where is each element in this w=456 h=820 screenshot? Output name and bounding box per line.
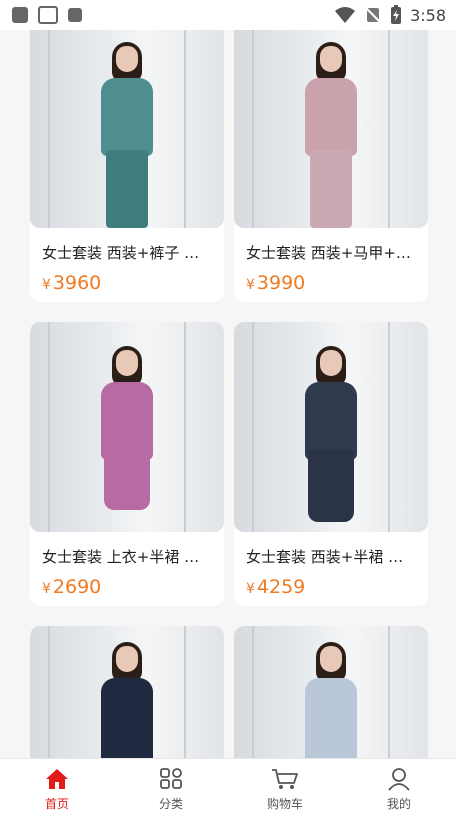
product-price: ¥ 2690 [42,576,101,598]
price-value: 3960 [52,272,102,294]
product-price: ¥ 4259 [246,576,305,598]
jacket [101,78,153,156]
product-price: ¥ 3990 [246,272,305,294]
face [116,646,138,672]
wifi-icon [335,7,356,23]
product-title[interactable]: 女士套装 上衣+半裙 … [42,546,218,567]
tab-label: 我的 [386,797,411,811]
product-card[interactable] [234,626,428,758]
home-icon [46,769,68,789]
product-card[interactable]: 女士套装 西装+半裙 … ¥ 4259 [234,322,428,606]
dress [305,678,357,758]
price-value: 2690 [52,576,102,598]
battery-charging-icon [391,5,402,24]
no-sim-icon [365,7,381,23]
face [320,46,342,72]
product-card[interactable]: 女士套装 西装+马甲+… ¥ 3990 [234,18,428,302]
cart-icon [272,769,298,789]
bottom-tab-bar: 首页 分类 购物车 我的 [0,758,456,820]
background-wall [388,18,390,228]
background-wall [388,322,390,532]
product-photo[interactable] [234,626,428,758]
face [116,46,138,72]
trousers [310,150,352,228]
a-icon [68,8,82,22]
background-wall [252,626,254,758]
product-card[interactable]: 女士套装 上衣+半裙 … ¥ 2690 [30,322,224,606]
grid-icon [160,768,182,789]
price-value: 4259 [256,576,306,598]
tab-label: 分类 [158,797,183,811]
background-wall [184,626,186,758]
product-title[interactable]: 女士套装 西装+马甲+… [246,242,422,263]
model-figure [95,342,159,532]
model-figure [299,342,363,532]
model-figure [95,38,159,228]
product-card[interactable]: 女士套装 西装+裤子 … ¥ 3960 [30,18,224,302]
status-bar: 3:58 [0,0,456,30]
top [101,382,153,460]
tab-label: 购物车 [266,797,303,811]
background-wall [252,322,254,532]
background-wall [252,18,254,228]
model-figure [299,38,363,228]
tab-home[interactable]: 首页 [0,759,114,820]
notification-icon [12,7,28,23]
product-title[interactable]: 女士套装 西装+半裙 … [246,546,422,567]
background-wall [184,18,186,228]
trousers [106,150,148,228]
tab-category[interactable]: 分类 [114,759,228,820]
currency-symbol: ¥ [246,277,255,293]
background-wall [48,626,50,758]
model-figure [299,638,363,758]
currency-symbol: ¥ [42,581,51,597]
product-price: ¥ 3960 [42,272,101,294]
currency-symbol: ¥ [246,581,255,597]
jacket [305,382,357,460]
background-wall [48,322,50,532]
product-card[interactable] [30,626,224,758]
background-wall [184,322,186,532]
clock: 3:58 [410,5,446,25]
skirt [104,450,150,510]
price-value: 3990 [256,272,306,294]
tab-label: 首页 [44,797,69,811]
face [320,350,342,376]
face [320,646,342,672]
product-photo[interactable] [30,322,224,532]
background-wall [48,18,50,228]
user-icon [388,768,410,791]
model-figure [95,638,159,758]
product-photo[interactable] [234,322,428,532]
tab-cart[interactable]: 购物车 [228,759,342,820]
product-photo[interactable] [30,18,224,228]
tab-mine[interactable]: 我的 [342,759,456,820]
product-title[interactable]: 女士套装 西装+裤子 … [42,242,218,263]
skirt [308,450,354,522]
jacket [305,78,357,156]
product-grid: 女士套装 西装+裤子 … ¥ 3960 女士套装 西装+马甲+… ¥ 3990 [0,0,456,758]
product-photo[interactable] [234,18,428,228]
mail-icon [38,6,58,24]
background-wall [388,626,390,758]
dress [101,678,153,758]
face [116,350,138,376]
currency-symbol: ¥ [42,277,51,293]
product-photo[interactable] [30,626,224,758]
